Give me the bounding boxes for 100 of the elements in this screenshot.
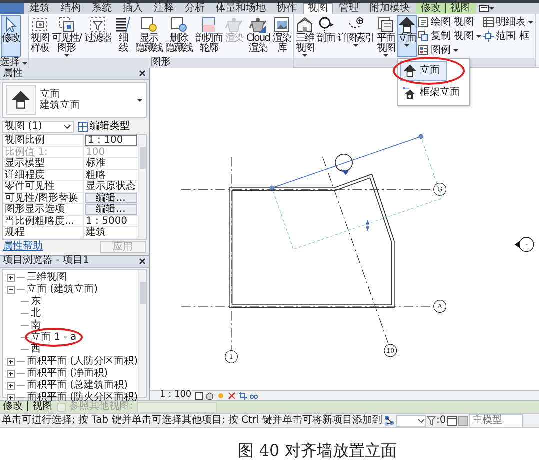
tree-item[interactable]: 三维视图 <box>27 272 67 283</box>
edit-button[interactable]: 编辑... <box>85 192 137 203</box>
ribbon-button[interactable]: 明细表 <box>483 16 534 29</box>
caret-icon <box>352 44 359 47</box>
ribbon-tab[interactable]: 结构 <box>56 3 86 14</box>
elevation-icon <box>11 90 31 110</box>
network-icon[interactable] <box>384 415 395 426</box>
ribbon-button[interactable]: 渲染 库 <box>272 15 292 57</box>
property-name: 可见性/图形替换 <box>3 192 84 203</box>
tree-item[interactable]: 南 <box>31 320 41 331</box>
ribbon-tab[interactable]: 视图 <box>303 3 333 14</box>
cut-profile-icon <box>200 16 218 34</box>
ribbon-button[interactable]: 修改 <box>1 15 21 57</box>
square-icon[interactable] <box>194 392 203 400</box>
tree-item[interactable]: 东 <box>31 296 41 307</box>
ribbon-button[interactable]: 三维 视图 <box>294 15 315 57</box>
ribbon-button[interactable]: 视图 样板 <box>30 15 50 57</box>
panel-title: 属性 <box>3 68 23 80</box>
caret-icon <box>452 49 459 52</box>
ribbon-button[interactable]: 立面 <box>396 15 417 57</box>
property-name: 比例值 1: <box>3 146 84 157</box>
framed-elevation-icon <box>402 86 417 100</box>
ribbon-button[interactable]: 绘图 视图 <box>418 16 482 29</box>
grip-handle[interactable] <box>270 186 275 190</box>
context-label: 修改 | 视图 <box>3 401 53 413</box>
ribbon-tab[interactable]: 分析 <box>180 3 210 14</box>
view-selector[interactable]: 视图 (1) <box>2 121 74 133</box>
ribbon-tab[interactable]: 协作 <box>272 3 302 14</box>
expander-icon[interactable] <box>7 286 15 294</box>
ribbon-tab[interactable]: 插入 <box>118 3 148 14</box>
type-name: 立面 <box>40 88 61 100</box>
ribbon-tab[interactable]: 管理 <box>334 3 364 14</box>
ribbon-tab[interactable]: 系统 <box>87 3 117 14</box>
ribbon-button[interactable]: 删除 隐藏线 <box>164 15 194 57</box>
ribbon-button[interactable]: 过滤器 <box>83 15 112 57</box>
ribbon-button[interactable]: 显示 隐藏线 <box>134 15 164 57</box>
property-name: 规程 <box>3 227 84 238</box>
ribbon-button[interactable]: 剖面 <box>316 15 336 57</box>
tree-item[interactable]: 面积平面 (人防分区面积) <box>27 356 138 367</box>
ribbon-button[interactable]: Cloud 渲染 <box>245 15 271 57</box>
panel-toggle-button[interactable] <box>476 3 497 14</box>
property-value: 粗略 <box>85 170 107 180</box>
grip-handle[interactable] <box>418 134 424 140</box>
ribbon-tab[interactable]: 附加模块 <box>365 3 415 14</box>
thin-lines-icon <box>114 16 132 34</box>
panel-title: 项目浏览器 - 项目1 <box>3 255 90 267</box>
duplicate-view-icon <box>418 31 429 42</box>
scrollbar[interactable] <box>138 135 146 238</box>
expander-icon[interactable] <box>7 274 15 282</box>
ribbon-tab[interactable]: 修改 | 视图 <box>416 3 476 14</box>
ribbon-button[interactable]: 可见性/ 图形 <box>51 15 82 57</box>
help-link[interactable]: 属性帮助 <box>3 241 43 253</box>
grid-bubble <box>434 300 447 313</box>
caret-icon <box>22 62 28 64</box>
expander-icon[interactable] <box>7 370 15 378</box>
grid-icon <box>78 122 88 132</box>
tree-item[interactable]: 面积平面 (净面积) <box>27 368 108 379</box>
property-name: 图形显示选项 <box>3 204 84 214</box>
ribbon-button[interactable]: 细 线 <box>113 15 134 57</box>
elevation-marker[interactable] <box>335 154 353 176</box>
expander-icon[interactable] <box>7 382 15 390</box>
view-scale[interactable]: 1 : 100 <box>160 391 192 400</box>
chevron-icon <box>64 125 71 129</box>
legend-icon <box>418 45 429 56</box>
close-icon <box>139 258 146 264</box>
ribbon-button[interactable]: 剖切面 轮廓 <box>194 15 224 57</box>
flip-arrows-icon[interactable] <box>366 220 370 232</box>
ribbon-button[interactable]: 范围 框 <box>483 30 534 43</box>
ribbon-tab[interactable]: 建筑 <box>25 3 55 14</box>
tree-item[interactable]: 立面 (建筑立面) <box>27 284 98 295</box>
elevation-icon <box>398 16 416 34</box>
elevation-marker[interactable] <box>514 237 534 252</box>
edit-button[interactable]: 编辑... <box>85 204 137 214</box>
crop-icon[interactable] <box>238 392 247 400</box>
scrollbar[interactable] <box>138 270 146 397</box>
type-selector[interactable]: 立面 建筑立面 <box>2 82 147 118</box>
expander-icon[interactable] <box>7 358 15 366</box>
ribbon-button[interactable]: 复制 视图 <box>418 30 482 43</box>
property-value-field[interactable]: 1 : 100 <box>85 135 137 146</box>
ribbon-button[interactable]: 图例 <box>418 44 482 57</box>
calendar-icon[interactable] <box>447 416 458 426</box>
status-message: 单击可进行选择; 按 Tab 键并单击可选择其他项目; 按 Ctrl 键并单击可将新项目添加到 <box>2 414 383 426</box>
tree-item[interactable]: 面积平面 (总建筑面积) <box>27 380 128 391</box>
edit-type-button[interactable]: 编辑类型 <box>76 121 132 133</box>
tree-item[interactable]: 北 <box>31 308 41 319</box>
property-name: 视图比例 <box>3 135 84 146</box>
window-icon <box>478 5 489 12</box>
menu-item[interactable]: 立面 <box>400 61 447 81</box>
scope-box-icon <box>483 31 494 42</box>
model-field[interactable]: 主模型 <box>469 414 524 428</box>
type-family: 建筑立面 <box>40 100 81 112</box>
caret-icon <box>528 21 534 24</box>
ribbon-tab[interactable]: 注释 <box>149 3 179 14</box>
cross-icon[interactable] <box>228 392 236 400</box>
ribbon-button[interactable]: 详图索引 <box>336 15 375 57</box>
ribbon-tab[interactable]: 体量和场地 <box>211 3 271 14</box>
ribbon-button[interactable]: 平面 视图 <box>376 15 396 57</box>
tree-item[interactable]: 立面 1 - a <box>31 332 77 343</box>
close-icon <box>139 70 146 77</box>
caret-icon <box>488 7 495 10</box>
